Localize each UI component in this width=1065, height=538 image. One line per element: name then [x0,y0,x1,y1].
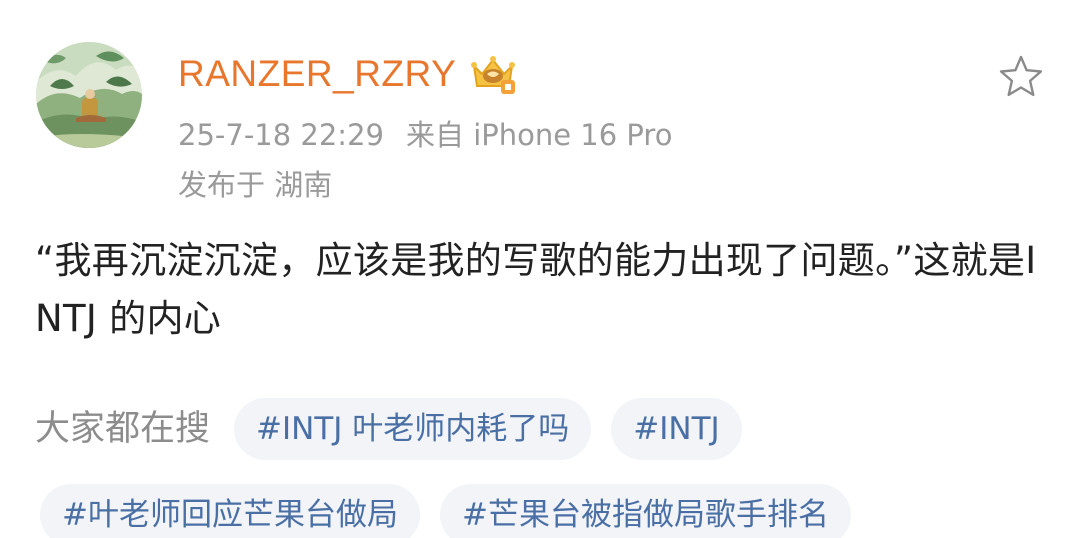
post-timestamp: 25-7-18 22:29 [178,118,384,152]
post-content: “我再沉淀沉淀，应该是我的写歌的能力出现了问题。”这就是INTJ 的内心 [35,239,1037,340]
weibo-post-card: RANZER_RZRY 25-7-18 22:29 来自 iPhone 16 Pr… [0,0,1065,538]
favorite-star-icon[interactable] [996,52,1046,102]
username-link[interactable]: RANZER_RZRY [178,50,456,98]
post-meta: 25-7-18 22:29 来自 iPhone 16 Pro [178,114,672,156]
search-tag-chip[interactable]: #芒果台被指做局歌手排名 [439,484,851,538]
trending-search-row-2: #叶老师回应芒果台做局 #芒果台被指做局歌手排名 [40,484,851,538]
avatar-painting-image [36,42,142,148]
post-location: 发布于 湖南 [178,168,333,202]
avatar[interactable] [36,42,142,148]
vip-crown-badge-icon[interactable] [468,52,518,96]
search-tag-chip[interactable]: #叶老师回应芒果台做局 [40,484,420,538]
search-tag-chip[interactable]: #INTJ 叶老师内耗了吗 [234,398,592,460]
username-row: RANZER_RZRY [178,50,518,98]
post-source: 来自 iPhone 16 Pro [405,118,673,152]
search-tag-chip[interactable]: #INTJ [611,398,742,460]
trending-search-label: 大家都在搜 [35,409,211,449]
trending-search-row: 大家都在搜 #INTJ 叶老师内耗了吗 #INTJ [35,398,742,460]
